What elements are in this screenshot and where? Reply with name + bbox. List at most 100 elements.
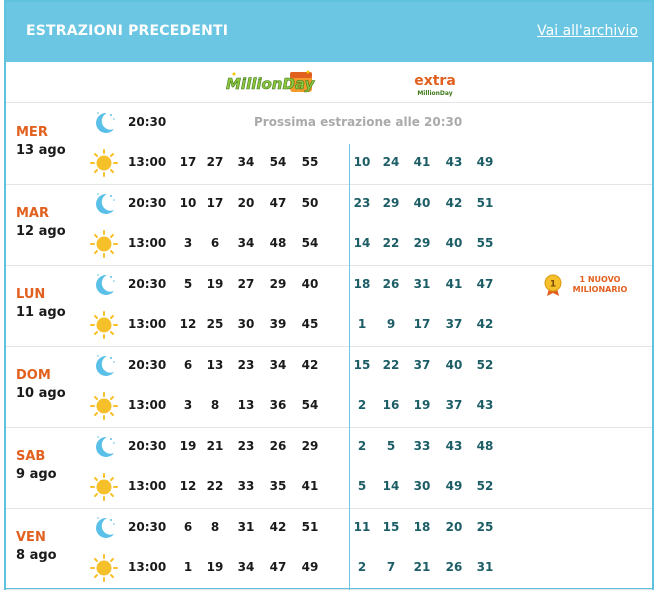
- main-number: 3: [183, 398, 193, 412]
- extra-number: 2: [357, 439, 367, 453]
- afternoon-draw-row: 13:00 12 22 33 35 41 5 14 30 49 52: [6, 467, 652, 507]
- extra-number: 40: [445, 236, 463, 250]
- main-number: 31: [237, 520, 255, 534]
- main-number: 19: [206, 277, 224, 291]
- draw-time: 20:30: [128, 196, 167, 210]
- main-number: 27: [206, 155, 224, 169]
- main-number: 17: [206, 196, 224, 210]
- extra-logo-subtext: MillionDay: [417, 90, 452, 97]
- main-number: 29: [269, 277, 287, 291]
- afternoon-draw-row: 13:00 1 19 34 47 49 2 7 21 26 31: [6, 548, 652, 588]
- main-number: 5: [183, 277, 193, 291]
- main-number: 12: [179, 479, 197, 493]
- sun-icon: [90, 311, 118, 339]
- extra-number: 18: [413, 520, 431, 534]
- extra-number: 25: [476, 520, 494, 534]
- main-number: 47: [269, 560, 287, 574]
- extra-number: 11: [353, 520, 371, 534]
- main-number: 34: [237, 236, 255, 250]
- main-number: 12: [179, 317, 197, 331]
- next-draw-notice: Prossima estrazione alle 20:30: [254, 115, 463, 129]
- main-number: 54: [301, 236, 319, 250]
- main-number: 27: [237, 277, 255, 291]
- extra-number: 22: [382, 236, 400, 250]
- afternoon-draw-row: 13:00 3 8 13 36 54 2 16 19 37 43: [6, 386, 652, 426]
- panel-title: ESTRAZIONI PRECEDENTI: [26, 23, 229, 39]
- main-number: 36: [269, 398, 287, 412]
- extra-number: 47: [476, 277, 494, 291]
- main-number: 51: [301, 520, 319, 534]
- draw-time: 13:00: [128, 236, 167, 250]
- main-number: 39: [269, 317, 287, 331]
- extra-number: 51: [476, 196, 494, 210]
- main-number: 54: [269, 155, 287, 169]
- main-number: 34: [269, 358, 287, 372]
- draw-time: 13:00: [128, 398, 167, 412]
- main-number: 22: [206, 479, 224, 493]
- main-number: 49: [301, 560, 319, 574]
- extra-number: 16: [382, 398, 400, 412]
- extra-number: 52: [476, 358, 494, 372]
- extra-number: 14: [353, 236, 371, 250]
- day-block: MAR 12 ago 20:30 10 17 20 47 50 23 29 40 42 51 13:00 3…: [6, 184, 652, 266]
- game-logos-row: MillionDay extra MillionDay: [6, 62, 652, 103]
- moon-icon: [90, 109, 118, 137]
- main-number: 35: [269, 479, 287, 493]
- sun-icon: [90, 554, 118, 582]
- moon-icon: [90, 433, 118, 461]
- medal-icon: 1: [544, 274, 562, 296]
- main-number: 34: [237, 155, 255, 169]
- sun-icon: [90, 392, 118, 420]
- extra-number: 40: [413, 196, 431, 210]
- main-number: 13: [237, 398, 255, 412]
- main-number: 23: [237, 358, 255, 372]
- main-number: 13: [206, 358, 224, 372]
- millionaire-badge: 1 1 NUOVO MILIONARIO: [544, 272, 634, 298]
- extra-number: 43: [445, 155, 463, 169]
- extra-number: 49: [445, 479, 463, 493]
- afternoon-draw-row: 13:00 17 27 34 54 55 10 24 41 43 49: [6, 143, 652, 183]
- main-number: 54: [301, 398, 319, 412]
- extra-number: 41: [445, 277, 463, 291]
- afternoon-draw-row: 13:00 12 25 30 39 45 1 9 17 37 42: [6, 305, 652, 345]
- sun-icon: [90, 230, 118, 258]
- extra-logo-text: extra: [414, 73, 456, 89]
- evening-draw-row: 20:30 5 19 27 29 40 18 26 31 41 47 1 1 NUOVO MILIONA…: [6, 265, 652, 305]
- extra-number: 29: [382, 196, 400, 210]
- evening-draw-row: 20:30 6 8 31 42 51 11 15 18 20 25: [6, 508, 652, 548]
- main-number: 1: [183, 560, 193, 574]
- main-number: 6: [210, 236, 220, 250]
- extra-number: 52: [476, 479, 494, 493]
- extra-number: 41: [413, 155, 431, 169]
- draw-time: 20:30: [128, 520, 167, 534]
- sun-icon: [90, 149, 118, 177]
- main-number: 33: [237, 479, 255, 493]
- extra-number: 15: [353, 358, 371, 372]
- extra-number: 2: [357, 560, 367, 574]
- panel-header: ESTRAZIONI PRECEDENTI Vai all'archivio: [6, 2, 652, 62]
- main-number: 29: [301, 439, 319, 453]
- main-number: 8: [210, 520, 220, 534]
- extra-number: 17: [413, 317, 431, 331]
- extra-number: 26: [445, 560, 463, 574]
- day-block: DOM 10 ago 20:30 6 13 23 34 42 15 22 37 40 52 13:00 3 8…: [6, 346, 652, 428]
- extra-number: 15: [382, 520, 400, 534]
- extra-number: 42: [445, 196, 463, 210]
- main-number: 6: [183, 358, 193, 372]
- archive-link[interactable]: Vai all'archivio: [537, 23, 638, 39]
- extra-number: 9: [386, 317, 396, 331]
- extra-number: 10: [353, 155, 371, 169]
- extra-number: 37: [413, 358, 431, 372]
- extra-number: 33: [413, 439, 431, 453]
- draw-time: 13:00: [128, 317, 167, 331]
- main-number: 17: [179, 155, 197, 169]
- evening-draw-row: 20:30 Prossima estrazione alle 20:30: [6, 103, 652, 143]
- main-number: 26: [269, 439, 287, 453]
- main-number: 48: [269, 236, 287, 250]
- main-number: 34: [237, 560, 255, 574]
- main-number: 8: [210, 398, 220, 412]
- moon-icon: [90, 271, 118, 299]
- day-block: SAB 9 ago 20:30 19 21 23 26 29 2 5 33 43 48 13:00 12 22…: [6, 427, 652, 509]
- extra-number: 19: [413, 398, 431, 412]
- extra-number: 5: [386, 439, 396, 453]
